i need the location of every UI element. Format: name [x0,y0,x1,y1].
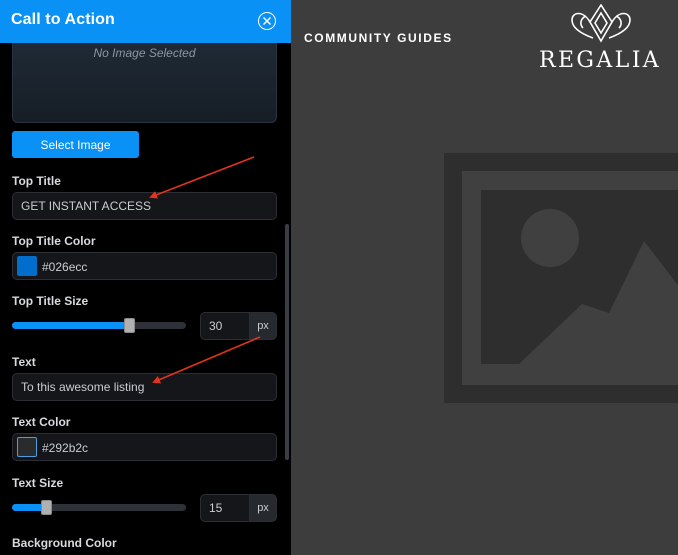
image-preview-box: No Image Selected [12,43,277,123]
close-icon [262,16,272,26]
background-color-label: Background Color [12,536,117,550]
top-title-color-swatch[interactable] [17,256,37,276]
text-color-label: Text Color [12,415,71,429]
top-title-size-slider-thumb[interactable] [124,318,135,333]
top-title-size-slider-fill [12,322,130,329]
text-size-slider-thumb[interactable] [41,500,52,515]
text-size-unit: px [250,494,277,522]
top-title-input[interactable]: GET INSTANT ACCESS [12,192,277,220]
top-title-size-unit: px [250,312,277,340]
no-image-text: No Image Selected [93,46,196,60]
close-button[interactable] [258,12,276,30]
text-color-swatch[interactable] [17,437,37,457]
text-size-label: Text Size [12,476,64,490]
select-image-button[interactable]: Select Image [12,131,139,158]
panel-scrollbar[interactable] [285,224,289,460]
top-title-size-input[interactable]: 30 [200,312,250,340]
text-label: Text [12,355,36,369]
image-placeholder-icon [444,153,678,403]
text-color-value: #292b2c [42,441,89,455]
brand-name: REGALIA [539,48,662,73]
cta-settings-panel: Call to Action No Image Selected Select … [0,0,291,555]
panel-title: Call to Action [11,11,115,28]
panel-header: Call to Action [0,0,291,43]
top-title-size-label: Top Title Size [12,294,89,308]
top-title-color-label: Top Title Color [12,234,96,248]
top-title-color-input[interactable]: #026ecc [12,252,277,280]
text-size-slider[interactable] [12,500,186,515]
top-title-label: Top Title [12,174,61,188]
community-guides-text: COMMUNITY GUIDES [304,31,453,45]
text-size-input[interactable]: 15 [200,494,250,522]
crown-logo-icon [571,4,631,43]
text-input[interactable]: To this awesome listing [12,373,277,401]
preview-area: COMMUNITY GUIDES REGALIA [291,0,678,555]
top-title-size-slider[interactable] [12,318,186,333]
top-title-color-value: #026ecc [42,260,88,274]
text-color-input[interactable]: #292b2c [12,433,277,461]
